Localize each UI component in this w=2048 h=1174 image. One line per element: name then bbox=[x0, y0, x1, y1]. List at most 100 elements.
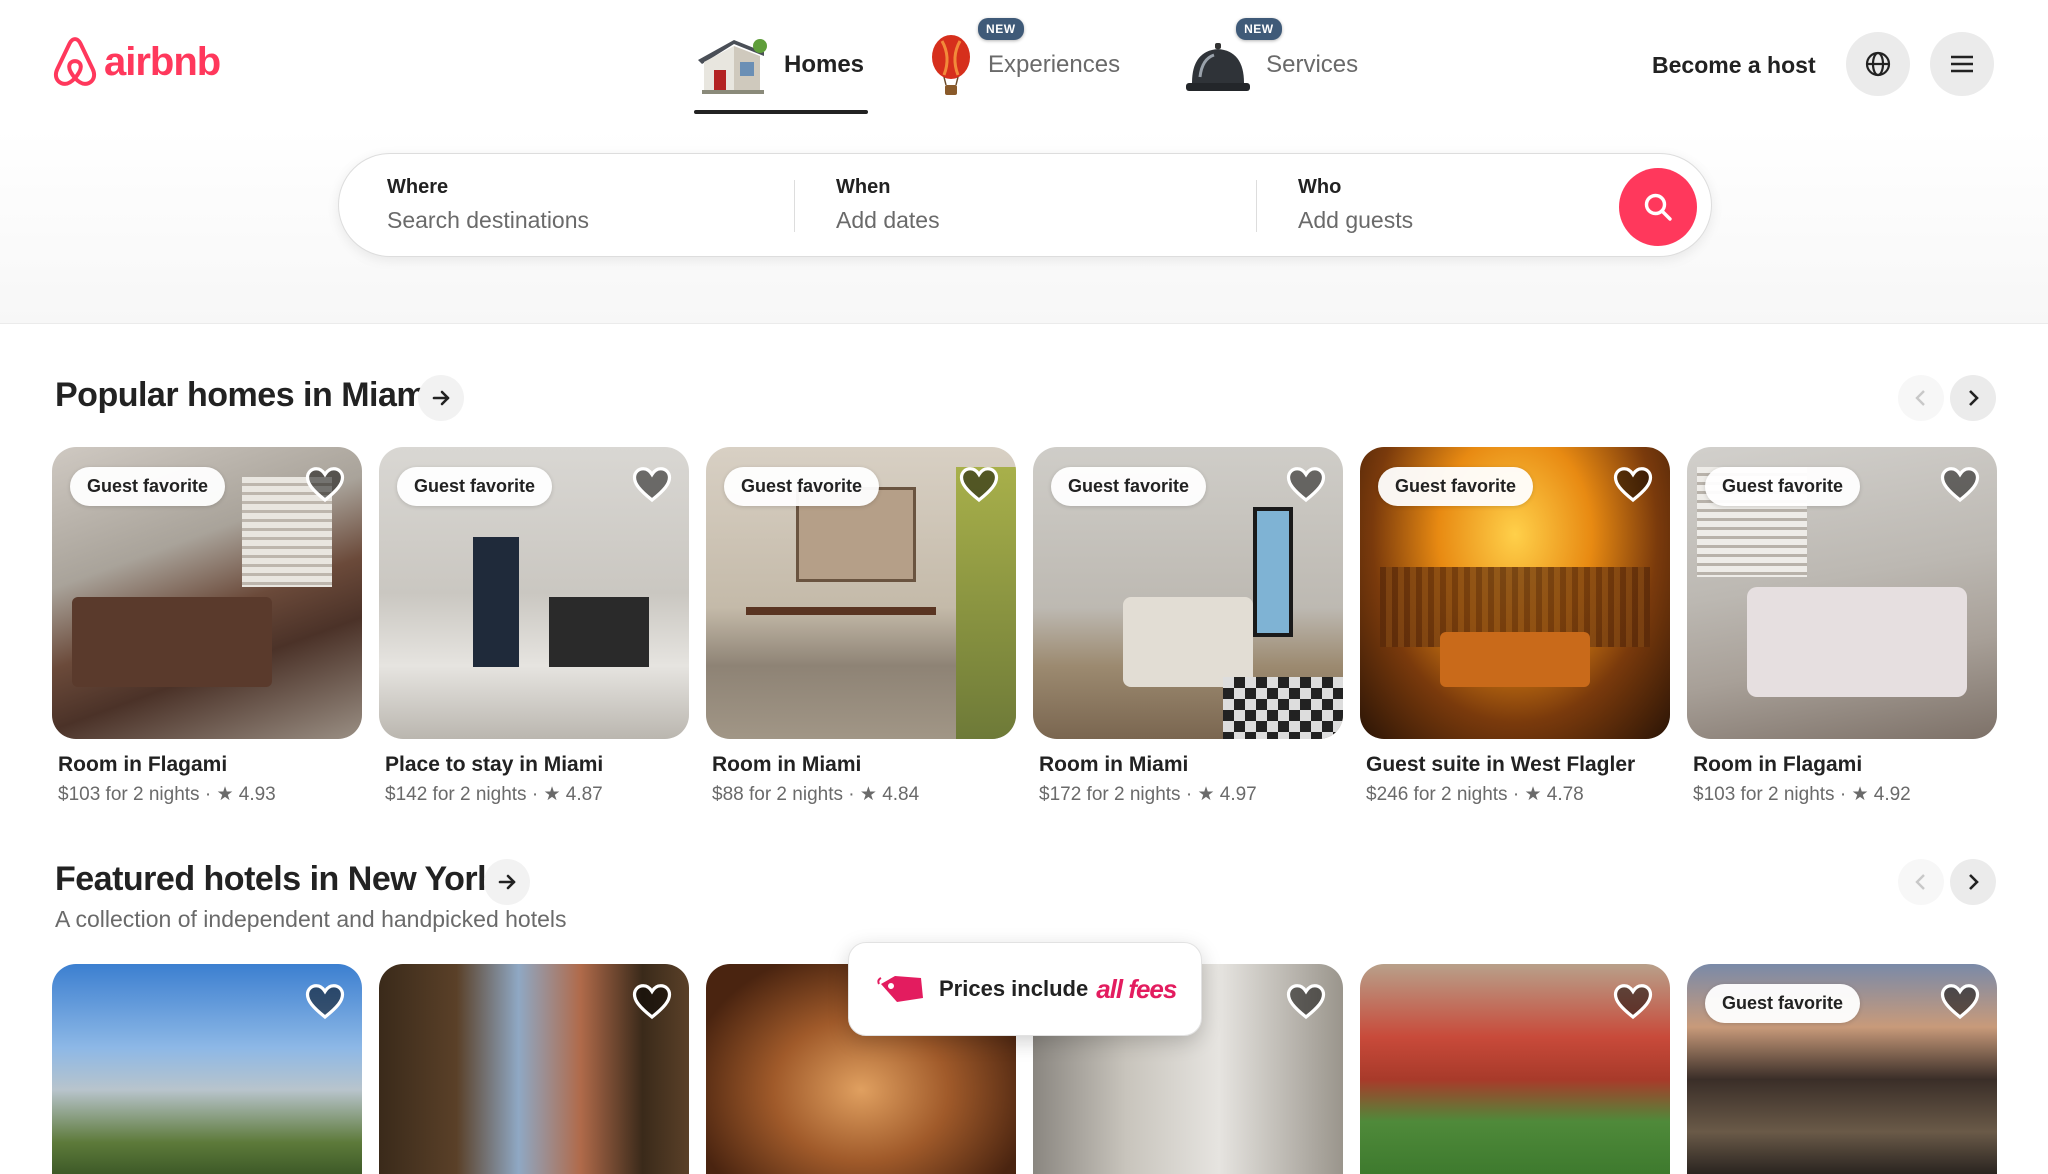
chevron-right-icon bbox=[1969, 874, 1979, 890]
tab-experiences[interactable]: NEW Experiences bbox=[924, 18, 1124, 102]
listing-title: Room in Miami bbox=[1039, 753, 1189, 776]
bed bbox=[1747, 587, 1967, 697]
hotel-card[interactable] bbox=[1360, 964, 1670, 1174]
bed bbox=[72, 597, 272, 687]
top-header: airbnb Homes NEW Experiences NEW Service… bbox=[0, 0, 2048, 324]
heart-icon[interactable] bbox=[631, 465, 673, 505]
listing-title: Room in Flagami bbox=[1693, 753, 1863, 776]
heart-icon[interactable] bbox=[1939, 982, 1981, 1022]
listing-rating: 4.84 bbox=[882, 784, 920, 805]
who-field[interactable]: Who Add guests bbox=[1298, 176, 1413, 234]
hotels-prev-button[interactable] bbox=[1898, 859, 1944, 905]
hotel-photo[interactable] bbox=[52, 964, 362, 1174]
hotel-card[interactable] bbox=[379, 964, 689, 1174]
hamburger-menu-icon bbox=[1951, 55, 1973, 73]
star-icon: ★ bbox=[543, 784, 561, 805]
checkered-rug bbox=[1223, 677, 1343, 739]
tab-homes[interactable]: Homes bbox=[690, 28, 869, 114]
heart-icon[interactable] bbox=[1285, 982, 1327, 1022]
search-button[interactable] bbox=[1619, 168, 1697, 246]
listing-card[interactable]: Guest favorite Place to stay in Miami $1… bbox=[379, 447, 689, 806]
hotel-photo[interactable] bbox=[1360, 964, 1670, 1174]
bed bbox=[1123, 597, 1253, 687]
listing-rating: 4.92 bbox=[1873, 784, 1911, 805]
hotel-photo[interactable]: Guest favorite bbox=[1687, 964, 1997, 1174]
heart-icon[interactable] bbox=[304, 465, 346, 505]
listing-meta: $246 for 2 nights · ★ 4.78 bbox=[1366, 784, 1584, 805]
patio-sofa bbox=[1440, 632, 1590, 687]
new-badge: NEW bbox=[978, 18, 1024, 40]
hotels-next-button[interactable] bbox=[1950, 859, 1996, 905]
listing-photo[interactable]: Guest favorite bbox=[379, 447, 689, 739]
heart-icon[interactable] bbox=[1612, 982, 1654, 1022]
hotel-photo[interactable] bbox=[379, 964, 689, 1174]
where-placeholder: Search destinations bbox=[387, 207, 590, 233]
listing-card[interactable]: Guest favorite Room in Miami $88 for 2 n… bbox=[706, 447, 1016, 806]
guest-favorite-badge: Guest favorite bbox=[724, 467, 880, 506]
heart-icon[interactable] bbox=[304, 982, 346, 1022]
service-bell-icon bbox=[1186, 43, 1251, 91]
listing-rating: 4.87 bbox=[565, 784, 603, 805]
chevron-left-icon bbox=[1915, 390, 1925, 406]
listing-card[interactable]: Guest favorite Guest suite in West Flagl… bbox=[1360, 447, 1670, 806]
tab-experiences-label: Experiences bbox=[988, 51, 1121, 78]
guest-favorite-badge: Guest favorite bbox=[1705, 984, 1861, 1023]
tab-homes-label: Homes bbox=[784, 51, 865, 78]
chevron-left-icon bbox=[1915, 874, 1925, 890]
search-divider bbox=[1256, 180, 1257, 232]
listing-rating: 4.97 bbox=[1219, 784, 1257, 805]
listing-photo[interactable]: Guest favorite bbox=[1033, 447, 1343, 739]
where-field[interactable]: Where Search destinations bbox=[387, 176, 589, 234]
who-title: Who bbox=[1298, 176, 1342, 198]
listing-photo[interactable]: Guest favorite bbox=[706, 447, 1016, 739]
arrow-right-icon bbox=[498, 874, 516, 890]
heart-icon[interactable] bbox=[631, 982, 673, 1022]
listing-meta: $88 for 2 nights · ★ 4.84 bbox=[712, 784, 920, 805]
listing-photo[interactable]: Guest favorite bbox=[1360, 447, 1670, 739]
guest-favorite-badge: Guest favorite bbox=[1705, 467, 1861, 506]
star-icon: ★ bbox=[1524, 784, 1542, 805]
listing-photo[interactable]: Guest favorite bbox=[1687, 447, 1997, 739]
airbnb-logo-icon bbox=[53, 37, 97, 86]
chevron-right-icon bbox=[1969, 390, 1979, 406]
new-badge: NEW bbox=[1236, 18, 1282, 40]
toast-highlight: all fees bbox=[1096, 973, 1177, 1004]
listing-rating: 4.78 bbox=[1546, 784, 1584, 805]
heart-icon[interactable] bbox=[1939, 465, 1981, 505]
listing-rating: 4.93 bbox=[238, 784, 276, 805]
heart-icon[interactable] bbox=[1612, 465, 1654, 505]
shelf bbox=[746, 607, 936, 615]
when-title: When bbox=[836, 176, 891, 198]
popular-next-button[interactable] bbox=[1950, 375, 1996, 421]
guest-favorite-badge: Guest favorite bbox=[1378, 467, 1534, 506]
listing-card[interactable]: Guest favorite Room in Flagami $103 for … bbox=[52, 447, 362, 806]
popular-homes-see-all-button[interactable] bbox=[418, 375, 464, 421]
popular-prev-button[interactable] bbox=[1898, 375, 1944, 421]
language-button[interactable] bbox=[1846, 32, 1910, 96]
when-field[interactable]: When Add dates bbox=[836, 176, 940, 234]
listing-price: $172 for 2 nights bbox=[1039, 784, 1181, 805]
hotel-card[interactable] bbox=[52, 964, 362, 1174]
globe-icon bbox=[1865, 51, 1891, 77]
featured-hotels-title: Featured hotels in New York bbox=[55, 860, 496, 898]
when-placeholder: Add dates bbox=[836, 207, 940, 233]
main-menu-button[interactable] bbox=[1930, 32, 1994, 96]
tab-services[interactable]: NEW Services bbox=[1180, 18, 1362, 102]
heart-icon[interactable] bbox=[958, 465, 1000, 505]
listing-card[interactable]: Guest favorite Room in Miami $172 for 2 … bbox=[1033, 447, 1343, 806]
window bbox=[1253, 507, 1293, 637]
heart-icon[interactable] bbox=[1285, 465, 1327, 505]
category-tabs: Homes NEW Experiences NEW Services bbox=[690, 18, 1362, 114]
airbnb-wordmark: airbnb bbox=[104, 39, 221, 84]
listing-title: Room in Miami bbox=[712, 753, 862, 776]
become-a-host-link[interactable]: Become a host bbox=[1640, 46, 1828, 85]
airbnb-logo[interactable]: airbnb bbox=[50, 36, 221, 88]
prices-include-fees-toast[interactable]: Prices include all fees bbox=[848, 942, 1202, 1036]
who-placeholder: Add guests bbox=[1298, 207, 1414, 233]
window-view bbox=[956, 467, 1016, 739]
listing-card[interactable]: Guest favorite Room in Flagami $103 for … bbox=[1687, 447, 1997, 806]
hotel-card[interactable]: Guest favorite bbox=[1687, 964, 1997, 1174]
listing-photo[interactable]: Guest favorite bbox=[52, 447, 362, 739]
featured-hotels-see-all-button[interactable] bbox=[484, 859, 530, 905]
search-icon bbox=[1644, 193, 1672, 221]
